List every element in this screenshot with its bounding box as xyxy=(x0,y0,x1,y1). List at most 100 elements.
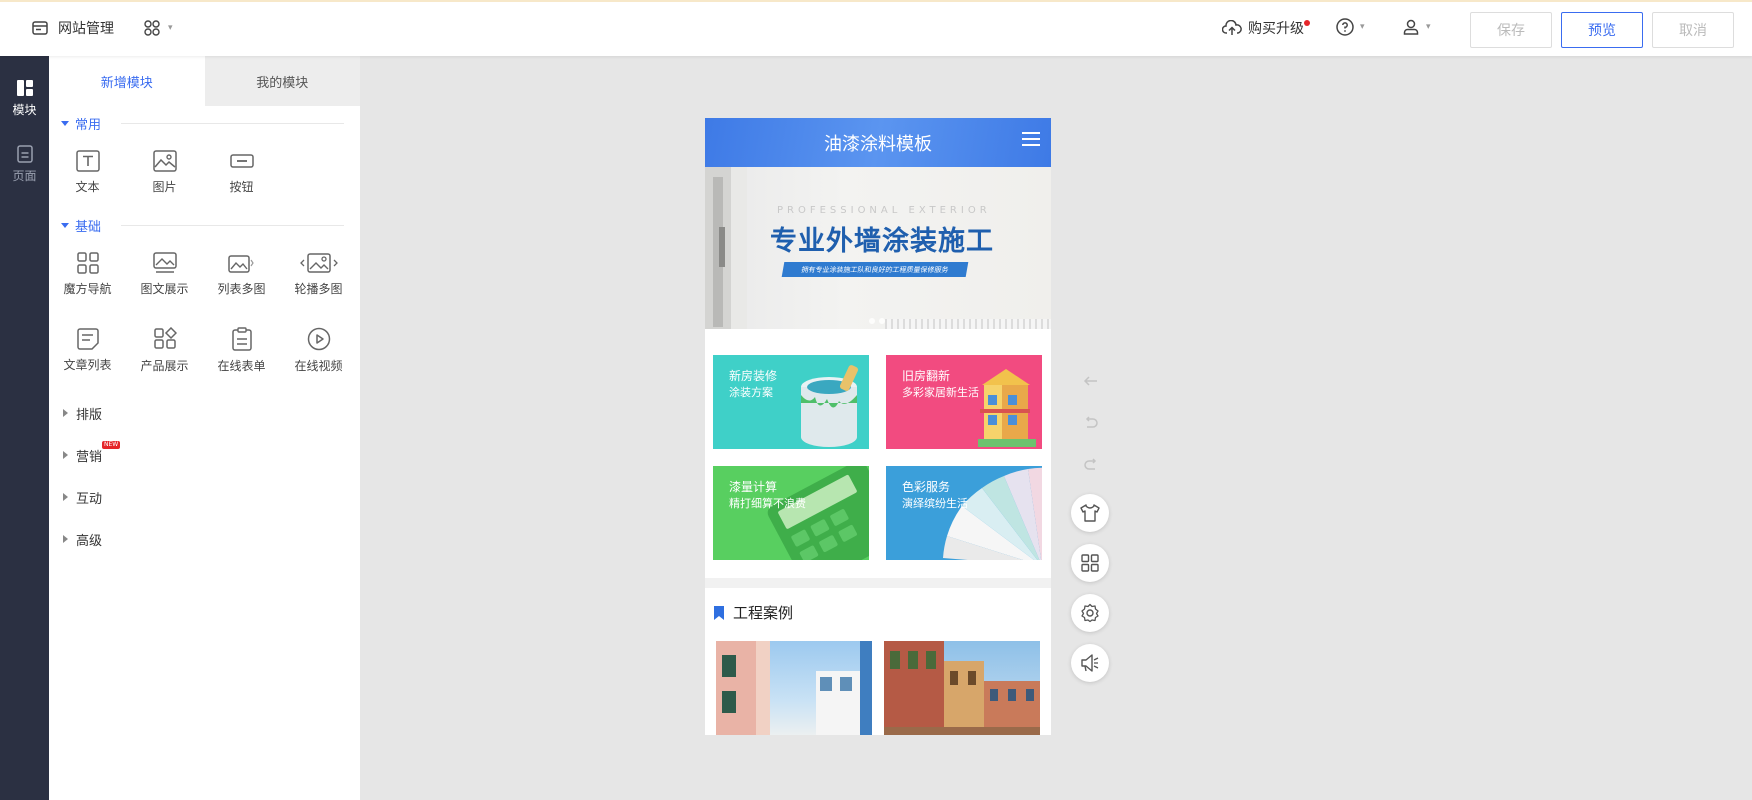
color-fan-illustration xyxy=(943,467,1042,560)
help-button[interactable]: ▾ xyxy=(1336,18,1365,36)
group-layout[interactable]: 排版 xyxy=(49,392,360,434)
tile-calculator[interactable]: 漆量计算 精打细算不浪费 xyxy=(713,466,869,560)
group-advanced[interactable]: 高级 xyxy=(49,518,360,560)
cancel-button[interactable]: 取消 xyxy=(1652,12,1734,48)
phone-header[interactable]: 油漆涂料模板 xyxy=(705,118,1051,167)
tile-title: 新房装修 xyxy=(729,369,778,383)
preview-button[interactable]: 预览 xyxy=(1561,12,1643,48)
product-display-icon xyxy=(153,326,177,349)
tile-renovation[interactable]: 旧房翻新 多彩家居新生活 xyxy=(886,355,1042,449)
module-magic-nav[interactable]: 魔方导航 xyxy=(49,236,126,312)
house-illustration xyxy=(978,369,1036,447)
tile-title: 色彩服务 xyxy=(902,480,951,494)
module-label: 按钮 xyxy=(229,179,254,194)
section-title: 常用 xyxy=(75,117,102,133)
upgrade-label: 购买升级 xyxy=(1248,21,1304,37)
carousel-icon xyxy=(299,252,338,273)
module-image[interactable]: 图片 xyxy=(126,134,203,210)
tab-add-modules[interactable]: 新增模块 xyxy=(49,56,205,106)
tile-subtitle: 涂装方案 xyxy=(729,386,773,399)
section-common-header[interactable]: 常用 xyxy=(61,112,360,134)
basic-module-grid: 魔方导航 图文展示 列表多图 轮播多图 文章列表 产品展示 在线表单 在线视频 xyxy=(49,236,360,388)
site-manage-icon xyxy=(32,21,48,35)
tile-color-service[interactable]: 色彩服务 演绎缤纷生活 xyxy=(886,466,1042,560)
save-button[interactable]: 保存 xyxy=(1470,12,1552,48)
undo-icon[interactable] xyxy=(1082,414,1100,432)
module-list-images[interactable]: 列表多图 xyxy=(203,236,280,312)
module-label: 文本 xyxy=(75,179,100,194)
button-icon xyxy=(229,153,254,168)
announcement-button[interactable] xyxy=(1071,644,1109,682)
site-manage-label: 网站管理 xyxy=(58,21,114,37)
banner-eng-text: PROFESSIONAL EXTERIOR xyxy=(777,205,991,216)
group-interaction[interactable]: 互动 xyxy=(49,476,360,518)
module-online-form[interactable]: 在线表单 xyxy=(203,312,280,388)
redo-icon[interactable] xyxy=(1082,456,1100,474)
group-marketing[interactable]: 营销 NEW xyxy=(49,434,360,476)
arrow-left-icon[interactable] xyxy=(1082,372,1100,390)
module-product-display[interactable]: 产品展示 xyxy=(126,312,203,388)
text-icon xyxy=(75,149,100,172)
image-icon xyxy=(152,149,177,172)
user-icon xyxy=(1403,19,1419,35)
tile-title: 漆量计算 xyxy=(729,480,778,494)
carousel-dot[interactable] xyxy=(869,318,875,324)
layout-button[interactable] xyxy=(1071,544,1109,582)
theme-button[interactable] xyxy=(1071,494,1109,532)
module-label: 轮播多图 xyxy=(294,281,343,296)
module-article-list[interactable]: 文章列表 xyxy=(49,312,126,388)
module-text[interactable]: 文本 xyxy=(49,134,126,210)
play-icon xyxy=(307,327,330,350)
carousel-dot[interactable] xyxy=(879,318,885,324)
carousel-indicators xyxy=(869,318,885,324)
case-photo[interactable] xyxy=(884,641,1040,735)
banner-fence xyxy=(885,319,1051,329)
user-menu-button[interactable]: ▾ xyxy=(1402,18,1431,36)
triangle-down-icon xyxy=(61,120,69,126)
module-carousel[interactable]: 轮播多图 xyxy=(280,236,357,312)
triangle-right-icon xyxy=(63,409,68,417)
chevron-down-icon: ▾ xyxy=(1360,22,1365,32)
nav-item-pages[interactable]: 页面 xyxy=(0,131,49,197)
section-divider xyxy=(121,224,344,226)
settings-button[interactable] xyxy=(1071,594,1109,632)
chevron-down-icon: ▾ xyxy=(1426,22,1431,32)
tab-my-modules[interactable]: 我的模块 xyxy=(204,56,360,106)
module-label: 图文展示 xyxy=(140,281,189,296)
building-photo xyxy=(716,641,872,735)
triangle-right-icon xyxy=(63,535,68,543)
triangle-right-icon xyxy=(63,451,68,459)
triangle-right-icon xyxy=(63,493,68,501)
module-button[interactable]: 按钮 xyxy=(203,134,280,210)
tile-new-house[interactable]: 新房装修 涂装方案 xyxy=(713,355,869,449)
notification-dot xyxy=(1304,20,1310,26)
site-manage-button[interactable]: 网站管理 xyxy=(32,18,114,38)
hamburger-menu-icon[interactable] xyxy=(1021,130,1041,148)
case-photo[interactable] xyxy=(716,641,872,735)
bookmark-icon xyxy=(714,605,724,620)
group-label: 营销 xyxy=(76,449,103,465)
module-online-video[interactable]: 在线视频 xyxy=(280,312,357,388)
module-image-text[interactable]: 图文展示 xyxy=(126,236,203,312)
nav-item-modules[interactable]: 模块 xyxy=(0,65,49,131)
apps-menu-button[interactable]: ▾ xyxy=(144,20,173,36)
common-module-grid: 文本 图片 按钮 xyxy=(49,134,360,210)
megaphone-icon xyxy=(1081,654,1099,672)
cases-section-header: 工程案例 xyxy=(705,588,1051,623)
section-basic-header[interactable]: 基础 xyxy=(61,214,360,236)
module-label: 在线表单 xyxy=(217,358,266,373)
banner-carousel[interactable]: PROFESSIONAL EXTERIOR 专业外墙涂装施工 拥有专业涂装施工队… xyxy=(705,167,1051,329)
apps-grid-icon xyxy=(144,20,160,36)
magic-nav-icon xyxy=(76,251,99,274)
list-images-icon xyxy=(227,254,254,273)
group-label: 排版 xyxy=(76,407,103,423)
help-icon xyxy=(1336,18,1354,36)
tile-subtitle: 多彩家居新生活 xyxy=(902,386,979,399)
module-label: 魔方导航 xyxy=(63,281,112,296)
upgrade-button[interactable]: 购买升级 xyxy=(1222,18,1310,38)
section-title: 基础 xyxy=(75,219,102,235)
gear-icon xyxy=(1081,603,1099,623)
grid-icon xyxy=(1081,554,1099,572)
feature-tiles: 新房装修 涂装方案 旧房翻新 多彩家居新生活 漆量计算 精打细算不浪费 色彩服务… xyxy=(705,329,1051,560)
section-divider xyxy=(121,122,344,124)
